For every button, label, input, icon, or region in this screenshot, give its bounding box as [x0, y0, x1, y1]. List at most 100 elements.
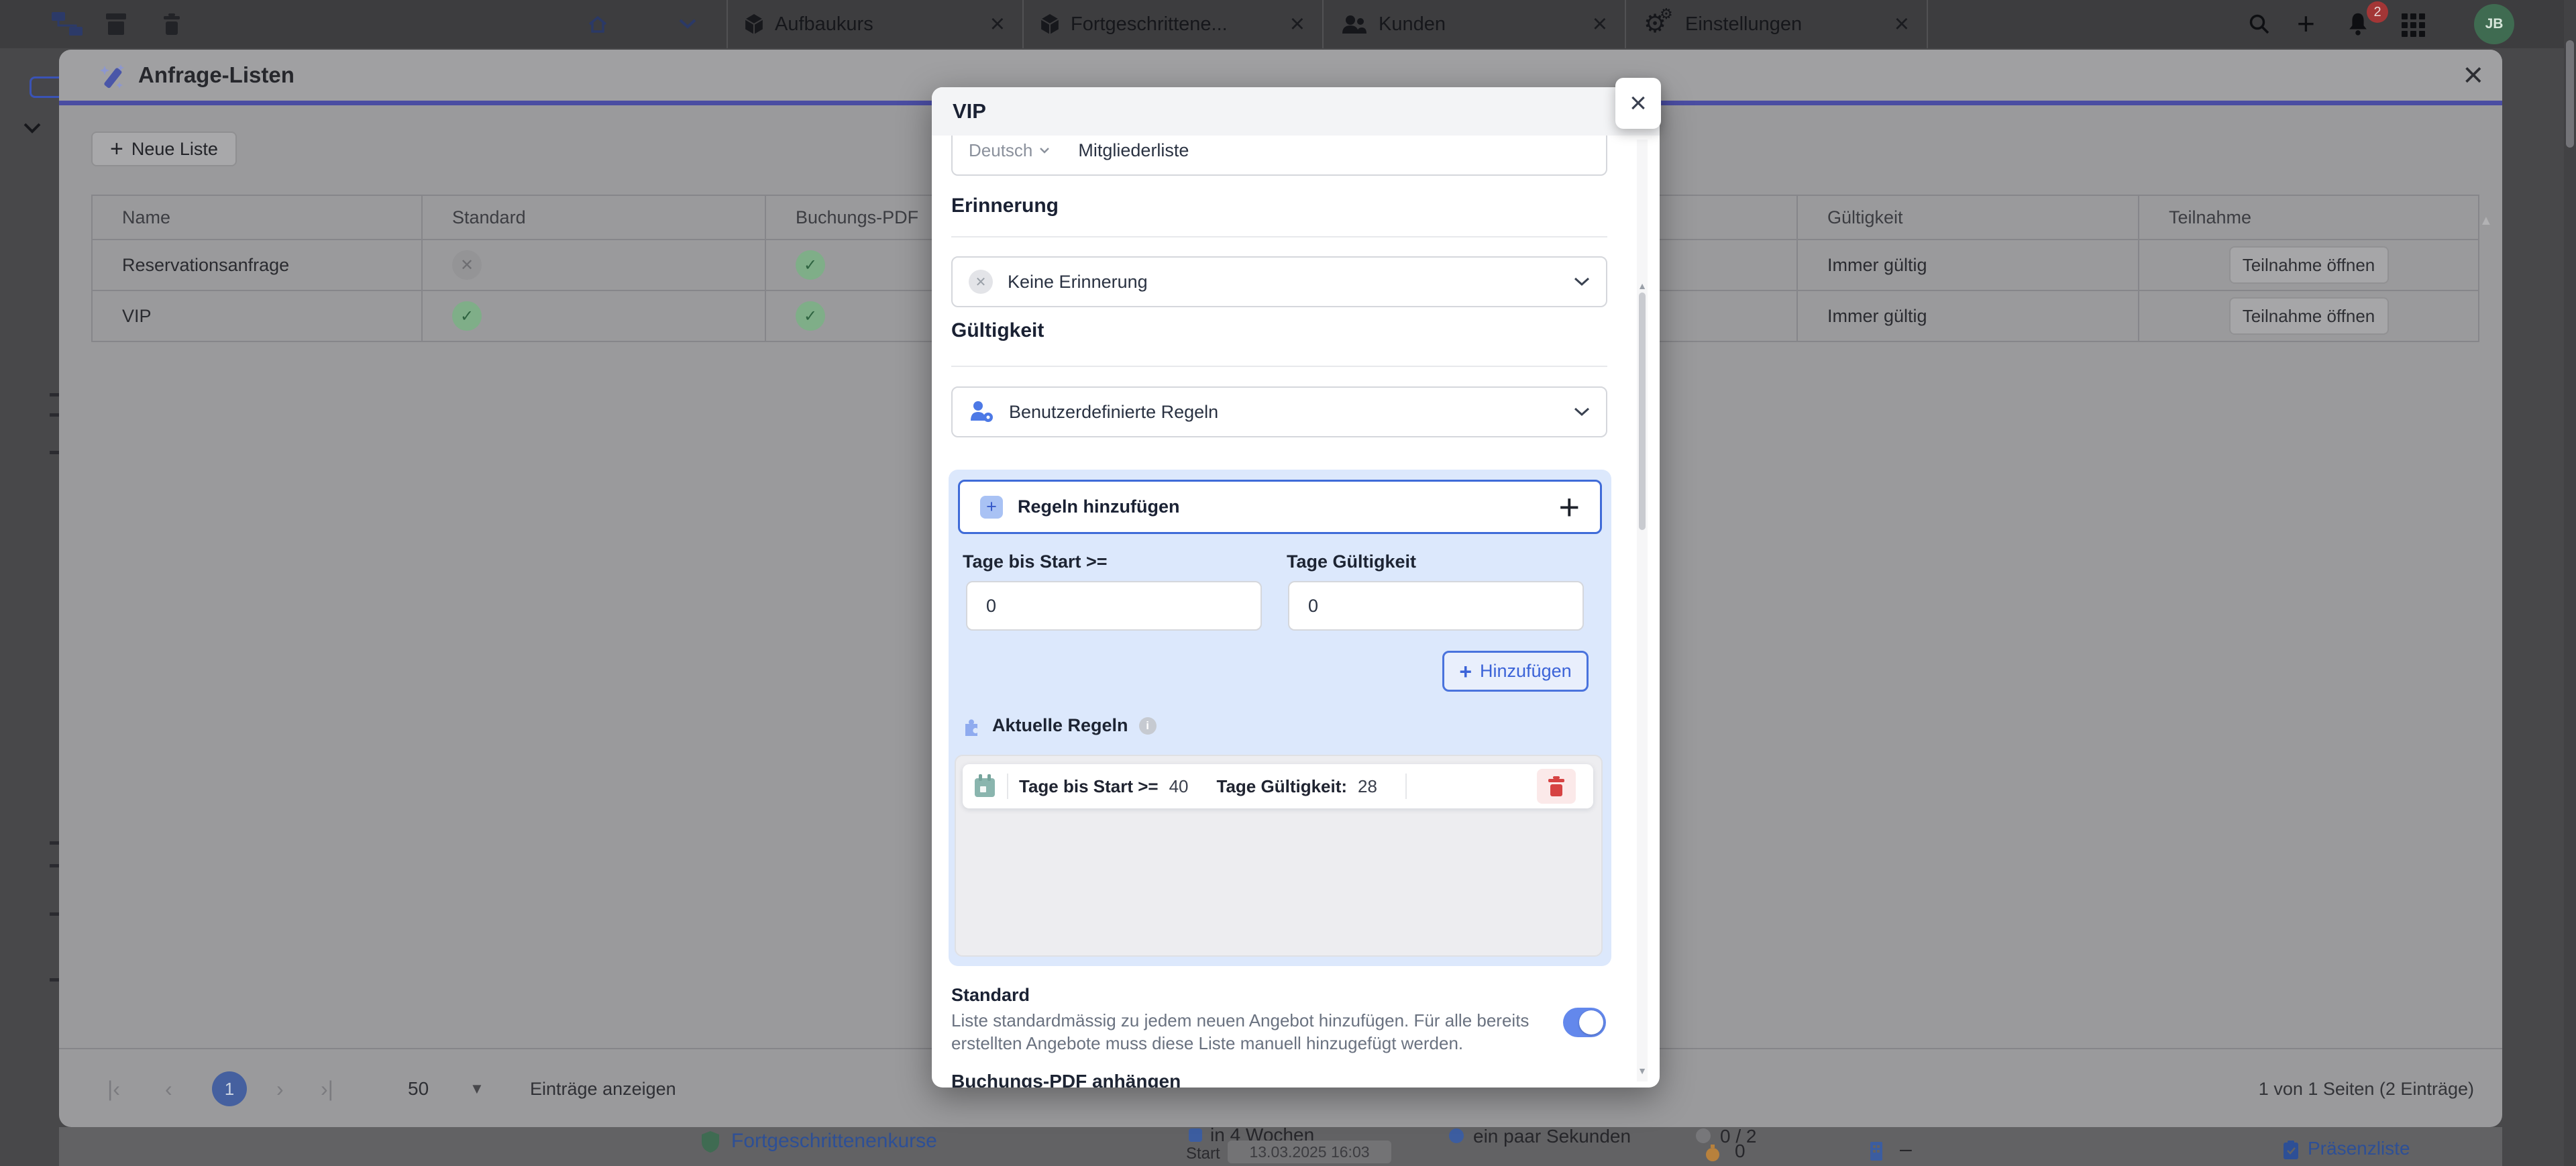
- scroll-up-icon[interactable]: ▲: [1637, 280, 1648, 291]
- dash-value: –: [1900, 1136, 1912, 1161]
- days-valid-label: Tage Gültigkeit: [1287, 551, 1416, 572]
- list-name: Reservationsanfrage: [92, 240, 422, 290]
- tab-kunden[interactable]: Kunden ×: [1324, 0, 1625, 48]
- custom-rules-panel: + Regeln hinzufügen + Tage bis Start >= …: [949, 470, 1611, 966]
- standard-description-line1: Liste standardmässig zu jedem neuen Ange…: [951, 1010, 1529, 1031]
- vip-modal-scrollbar[interactable]: ▲ ▼: [1637, 140, 1648, 1081]
- no-reminder-icon: ✕: [969, 270, 993, 294]
- vip-modal-title: VIP: [953, 99, 986, 123]
- info-icon[interactable]: i: [1139, 717, 1157, 735]
- screen: Aufbaukurs × Fortgeschrittene... × Kunde…: [0, 0, 2576, 1166]
- add-rule-button[interactable]: + Hinzufügen: [1442, 651, 1589, 692]
- open-participation-button[interactable]: Teilnahme öffnen: [2229, 246, 2389, 284]
- apps-grid-icon[interactable]: [2402, 13, 2425, 37]
- clipped-text-fragment: [50, 393, 59, 396]
- cube-icon: [1041, 14, 1059, 34]
- users-icon: [1341, 14, 1366, 34]
- clipped-text-fragment: [50, 978, 59, 982]
- archive-icon[interactable]: [106, 13, 126, 35]
- expand-plus-icon[interactable]: +: [1558, 489, 1580, 525]
- next-page-button[interactable]: ›: [276, 1049, 284, 1127]
- magic-wand-icon: [98, 62, 127, 91]
- standard-toggle[interactable]: [1563, 1008, 1606, 1037]
- divider: [1007, 774, 1008, 799]
- page-size-select[interactable]: 50: [408, 1049, 429, 1127]
- home-icon[interactable]: [588, 15, 608, 34]
- pagination-summary: 1 von 1 Seiten (2 Einträge): [2259, 1049, 2474, 1127]
- chevron-down-topbar-icon[interactable]: [679, 19, 696, 29]
- rule-item: Tage bis Start >= 40 Tage Gültigkeit: 28: [963, 764, 1593, 808]
- new-list-button[interactable]: + Neue Liste: [91, 131, 237, 166]
- chevron-down-icon: [1574, 407, 1590, 417]
- current-page-button[interactable]: 1: [212, 1071, 247, 1106]
- days-until-start-input[interactable]: [966, 581, 1262, 631]
- scrollbar-thumb[interactable]: [1639, 293, 1646, 530]
- puzzle-icon: [961, 716, 981, 736]
- course-link[interactable]: Fortgeschrittenenkurse: [731, 1130, 937, 1153]
- chevron-down-sidebar-icon[interactable]: [23, 122, 42, 134]
- start-date-chip: 13.03.2025 16:03: [1228, 1141, 1391, 1163]
- scroll-up-icon[interactable]: ▲: [2479, 213, 2493, 229]
- current-rules-heading-row: Aktuelle Regeln i: [961, 715, 1157, 736]
- days-until-start-label: Tage bis Start >=: [963, 551, 1108, 572]
- last-page-button[interactable]: ›|: [321, 1049, 333, 1127]
- validity-select[interactable]: Benutzerdefinierte Regeln: [951, 386, 1607, 437]
- tab-einstellungen[interactable]: ⚙ ⚙ Einstellungen ×: [1626, 0, 1927, 48]
- previous-page-button[interactable]: ‹: [165, 1049, 172, 1127]
- first-page-button[interactable]: |‹: [107, 1049, 120, 1127]
- close-tab-icon[interactable]: ×: [1894, 11, 1909, 37]
- counter-text: 0: [1735, 1141, 1746, 1162]
- language-selector[interactable]: Deutsch: [969, 140, 1050, 161]
- close-modal-icon[interactable]: ×: [2463, 54, 2483, 97]
- column-gueltigkeit: Gültigkeit: [1797, 195, 2139, 240]
- plus-chip-icon: +: [980, 496, 1003, 519]
- presence-link[interactable]: Präsenzliste: [2308, 1138, 2410, 1159]
- check-circle-icon: ✓: [796, 301, 825, 331]
- close-tab-icon[interactable]: ×: [1290, 11, 1305, 37]
- calendar-icon: [973, 774, 996, 798]
- close-tab-icon[interactable]: ×: [990, 11, 1005, 37]
- rule-valid-label: Tage Gültigkeit:: [1217, 776, 1348, 797]
- clock-icon: [1449, 1128, 1464, 1143]
- add-icon[interactable]: +: [2297, 8, 2315, 39]
- search-icon[interactable]: [2249, 13, 2270, 35]
- caret-down-icon[interactable]: ▼: [470, 1049, 484, 1127]
- validity-value: Immer gültig: [1797, 290, 2139, 341]
- list-name-value: Mitgliederliste: [1078, 140, 1189, 161]
- trash-icon: [1548, 776, 1565, 796]
- notification-badge: 2: [2367, 1, 2388, 23]
- trash-topbar-icon[interactable]: [163, 13, 180, 35]
- clipped-text-fragment: [50, 912, 59, 916]
- bell-icon[interactable]: [2348, 12, 2368, 36]
- avatar[interactable]: JB: [2474, 4, 2514, 44]
- list-name: VIP: [92, 290, 422, 341]
- sitemap-icon[interactable]: [52, 12, 84, 36]
- shield-icon: [702, 1131, 719, 1153]
- reminder-heading: Erinnerung: [951, 195, 1059, 217]
- clipped-bottom-heading: Buchungs-PDF anhängen: [951, 1071, 1181, 1088]
- topbar: Aufbaukurs × Fortgeschrittene... × Kunde…: [0, 0, 2576, 48]
- clipped-text-fragment: [50, 451, 59, 454]
- validity-heading: Gültigkeit: [951, 319, 1044, 342]
- tab-fortgeschrittene[interactable]: Fortgeschrittene... ×: [1024, 0, 1322, 48]
- close-tab-icon[interactable]: ×: [1593, 11, 1607, 37]
- reminder-select[interactable]: ✕ Keine Erinnerung: [951, 256, 1607, 307]
- start-label: Start: [1186, 1145, 1220, 1163]
- add-rules-box[interactable]: + Regeln hinzufügen +: [958, 480, 1602, 534]
- current-rules-title: Aktuelle Regeln: [992, 715, 1128, 736]
- divider: [951, 236, 1607, 237]
- open-participation-button[interactable]: Teilnahme öffnen: [2229, 297, 2389, 335]
- delete-rule-button[interactable]: [1537, 769, 1576, 804]
- vip-modal-header: VIP: [932, 87, 1660, 136]
- tab-aufbaukurs[interactable]: Aufbaukurs ×: [728, 0, 1022, 48]
- scroll-down-icon[interactable]: ▼: [1637, 1065, 1648, 1076]
- page-scrollbar[interactable]: [2564, 0, 2576, 1166]
- plus-icon: +: [110, 138, 123, 160]
- column-teilnahme: Teilnahme: [2139, 195, 2479, 240]
- page-size-label: Einträge anzeigen: [530, 1049, 676, 1127]
- days-valid-input[interactable]: [1288, 581, 1584, 631]
- close-vip-modal-button[interactable]: ×: [1615, 78, 1661, 129]
- clipboard-icon: [2284, 1141, 2298, 1159]
- standard-heading: Standard: [951, 985, 1030, 1006]
- cube-icon: [745, 14, 763, 34]
